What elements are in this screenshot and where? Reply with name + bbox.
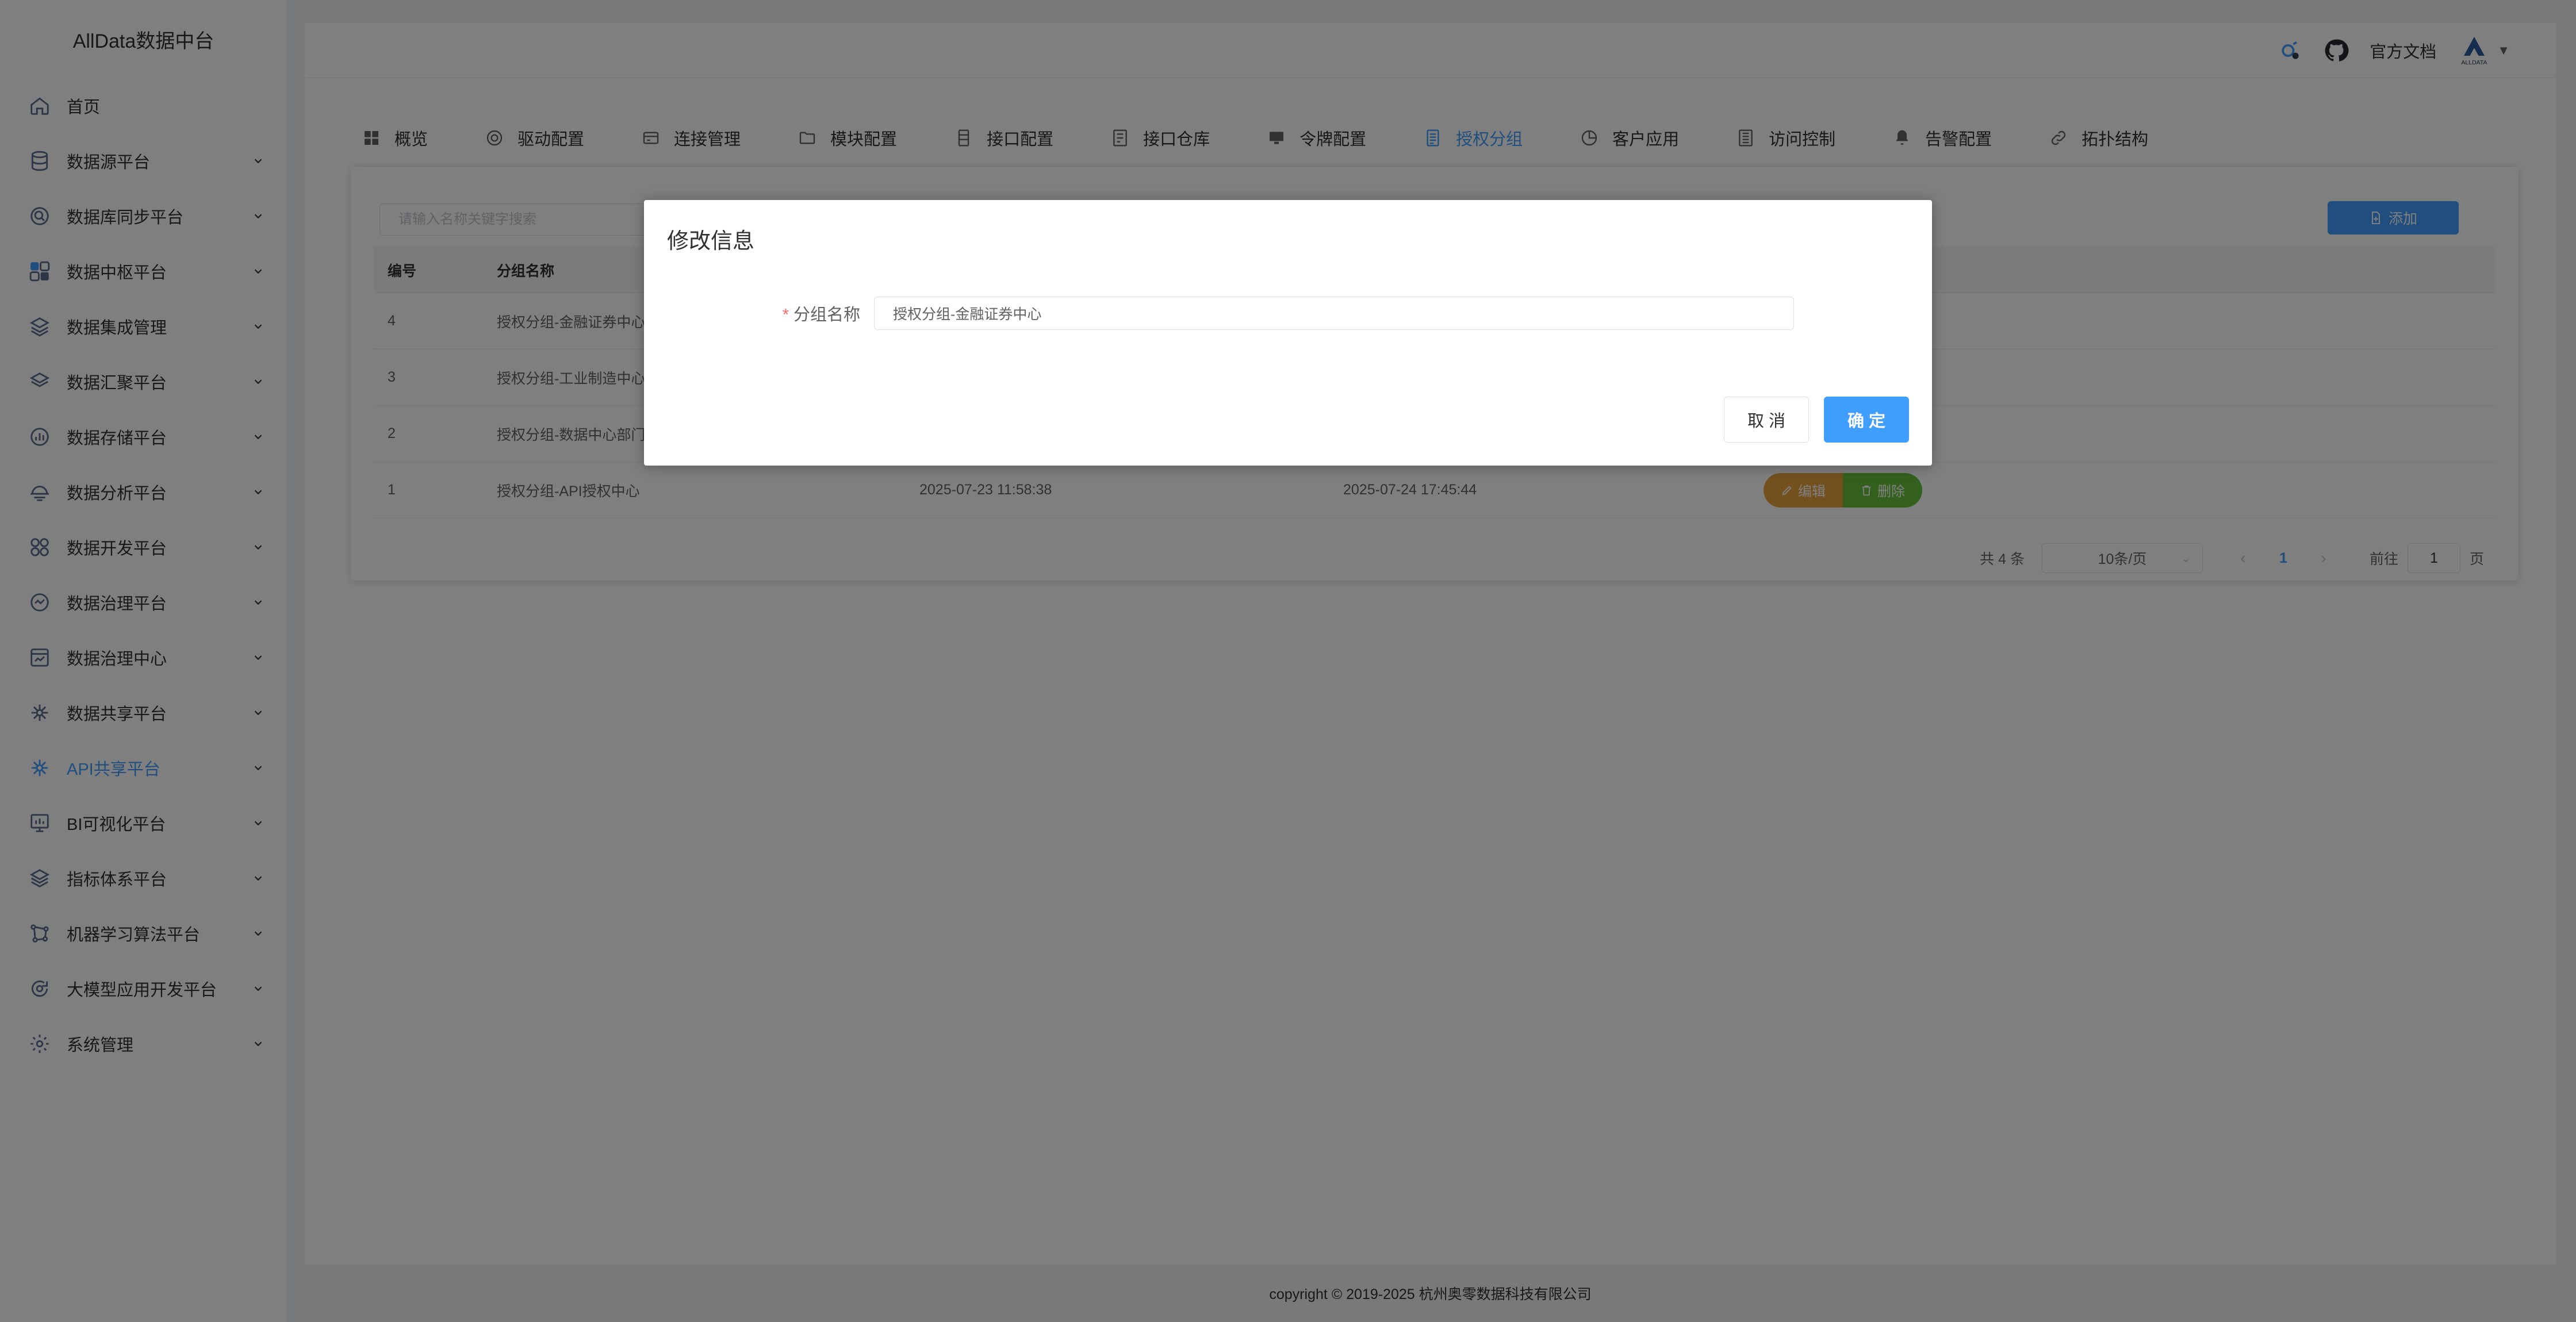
group-name-input[interactable] xyxy=(874,297,1794,330)
form-label-text: 分组名称 xyxy=(793,306,860,324)
modal-overlay[interactable] xyxy=(0,0,2576,1322)
confirm-button[interactable]: 确 定 xyxy=(1824,397,1909,443)
cancel-button[interactable]: 取 消 xyxy=(1724,397,1809,443)
form-label: * 分组名称 xyxy=(713,301,874,325)
dialog-footer: 取 消 确 定 xyxy=(1724,397,1909,443)
dialog-title: 修改信息 xyxy=(667,229,755,253)
required-mark: * xyxy=(782,306,789,324)
edit-dialog: 修改信息 *分组名称 取 消 确 定 xyxy=(644,200,1932,466)
form-row-group-name: * 分组名称 xyxy=(713,297,1794,330)
